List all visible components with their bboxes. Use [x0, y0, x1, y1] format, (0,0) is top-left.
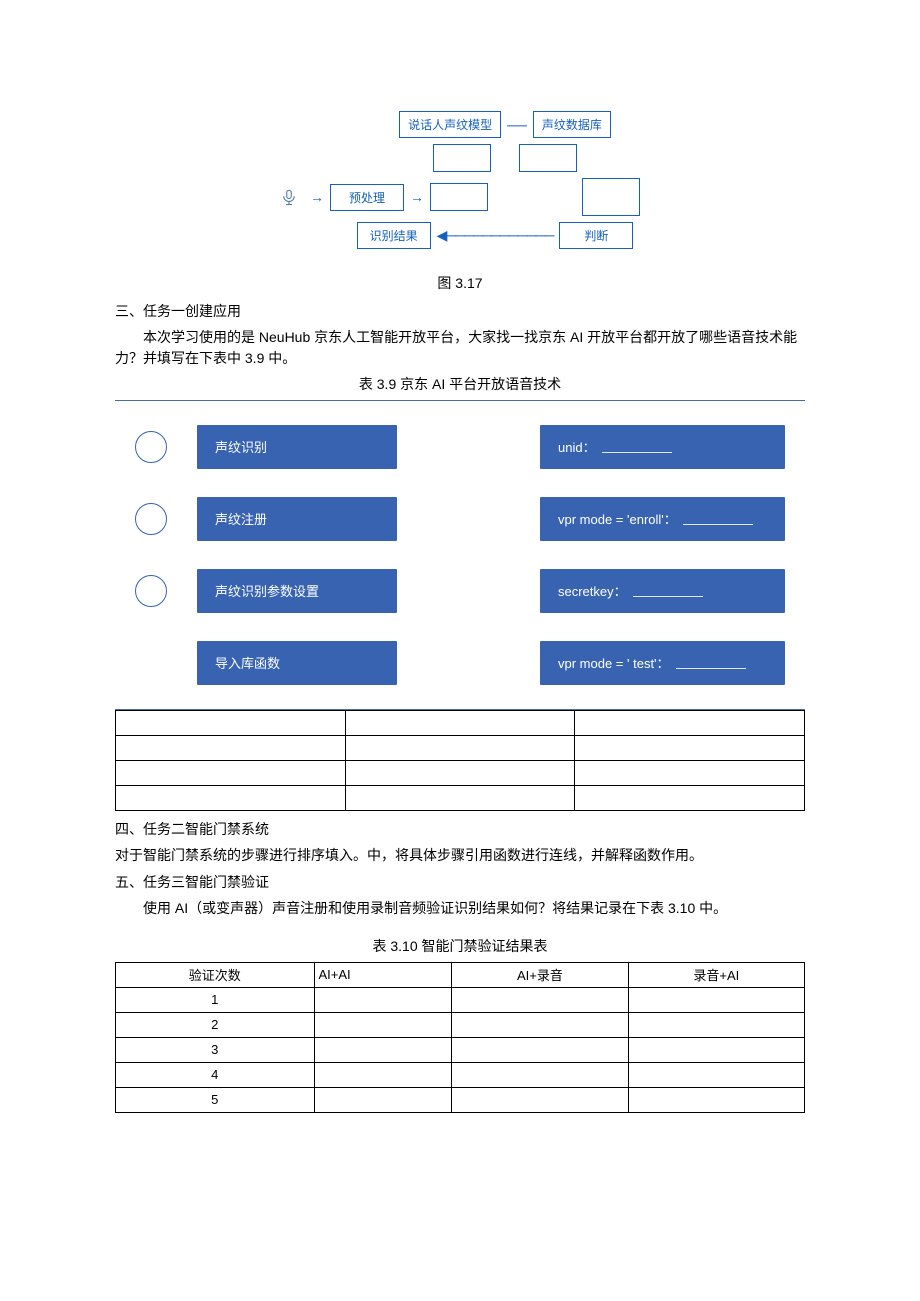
table-row: 1 — [116, 987, 805, 1012]
row-number: 5 — [116, 1087, 315, 1112]
table-3-10: 验证次数AI+AIAI+录音录音+AI 12345 — [115, 962, 805, 1113]
table-cell — [452, 987, 628, 1012]
section-5-para: 使用 AI（或变声器）声音注册和使用录制音频验证识别结果如何？将结果记录在下表 … — [115, 898, 805, 920]
blue-card-right: secretkey： — [540, 569, 785, 613]
table-header: AI+AI — [314, 962, 452, 987]
bluezone-row: 声纹注册 vpr mode = 'enroll'： — [135, 497, 785, 541]
connector: ── — [501, 117, 533, 133]
table-cell — [628, 1012, 804, 1037]
table-row: 5 — [116, 1087, 805, 1112]
connector — [491, 150, 507, 166]
table-row: 2 — [116, 1012, 805, 1037]
bluezone-row: 声纹识别参数设置 secretkey： — [135, 569, 785, 613]
diagram-box-preprocess: 预处理 — [330, 184, 404, 211]
step-circle — [135, 503, 167, 535]
table-3-10-caption: 表 3.10 智能门禁验证结果表 — [115, 936, 805, 958]
table-row: 4 — [116, 1062, 805, 1087]
row-number: 1 — [116, 987, 315, 1012]
arrow-right-icon: → — [304, 189, 330, 205]
row-number: 4 — [116, 1062, 315, 1087]
blue-card-zone: 声纹识别 unid： 声纹注册 vpr mode = 'enroll'： 声纹识别参数设… — [115, 400, 805, 710]
diagram-box-empty — [433, 144, 491, 172]
diagram-box-empty — [519, 144, 577, 172]
diagram-box-empty — [582, 178, 640, 216]
table-cell — [452, 1062, 628, 1087]
table-cell — [314, 1037, 452, 1062]
diagram-box-result: 识别结果 — [357, 222, 431, 249]
table-header: 录音+AI — [628, 962, 804, 987]
step-circle — [135, 431, 167, 463]
blue-card-right: unid： — [540, 425, 785, 469]
table-cell — [628, 1087, 804, 1112]
table-cell — [452, 1012, 628, 1037]
blue-card-right: vpr mode = ' test'： — [540, 641, 785, 685]
table-cell — [628, 1037, 804, 1062]
blue-card-left: 声纹识别 — [197, 425, 397, 469]
row-number: 2 — [116, 1012, 315, 1037]
figure-caption: 图 3.17 — [115, 273, 805, 295]
diagram-box-empty — [430, 183, 488, 211]
diagram-box-db: 声纹数据库 — [533, 111, 611, 138]
table-row: 3 — [116, 1037, 805, 1062]
table-cell — [628, 987, 804, 1012]
table-cell — [314, 1087, 452, 1112]
table-cell — [314, 987, 452, 1012]
table-cell — [452, 1037, 628, 1062]
table-cell — [314, 1012, 452, 1037]
row-number: 3 — [116, 1037, 315, 1062]
section-3-heading: 三、任务一创建应用 — [115, 301, 805, 321]
section-4-para: 对于智能门禁系统的步骤进行排序填入。中，将具体步骤引用函数进行连线，并解释函数作… — [115, 845, 805, 867]
table-3-9-caption: 表 3.9 京东 AI 平台开放语音技术 — [115, 374, 805, 396]
diagram-box-model: 说话人声纹模型 — [399, 111, 501, 138]
bluezone-row: 导入库函数 vpr mode = ' test'： — [135, 641, 785, 685]
table-header: 验证次数 — [116, 962, 315, 987]
arrow-right-icon: → — [404, 189, 430, 205]
table-cell — [452, 1087, 628, 1112]
blank-table — [115, 710, 805, 811]
table-cell — [628, 1062, 804, 1087]
flow-diagram: 说话人声纹模型 ── 声纹数据库 → 预处理 → 识别结果 ◀─────────… — [274, 95, 646, 265]
table-header: AI+录音 — [452, 962, 628, 987]
microphone-icon — [280, 188, 298, 206]
bluezone-row: 声纹识别 unid： — [135, 425, 785, 469]
diagram-box-judge: 判断 — [559, 222, 633, 249]
section-5-heading: 五、任务三智能门禁验证 — [115, 872, 805, 892]
table-cell — [314, 1062, 452, 1087]
step-circle — [135, 575, 167, 607]
section-4-heading: 四、任务二智能门禁系统 — [115, 819, 805, 839]
blue-card-left: 声纹注册 — [197, 497, 397, 541]
blue-card-left: 导入库函数 — [197, 641, 397, 685]
arrow-left-icon: ◀──────────── — [431, 227, 560, 244]
blue-card-right: vpr mode = 'enroll'： — [540, 497, 785, 541]
section-3-para: 本次学习使用的是 NeuHub 京东人工智能开放平台，大家找一找京东 AI 开放… — [115, 327, 805, 370]
blue-card-left: 声纹识别参数设置 — [197, 569, 397, 613]
